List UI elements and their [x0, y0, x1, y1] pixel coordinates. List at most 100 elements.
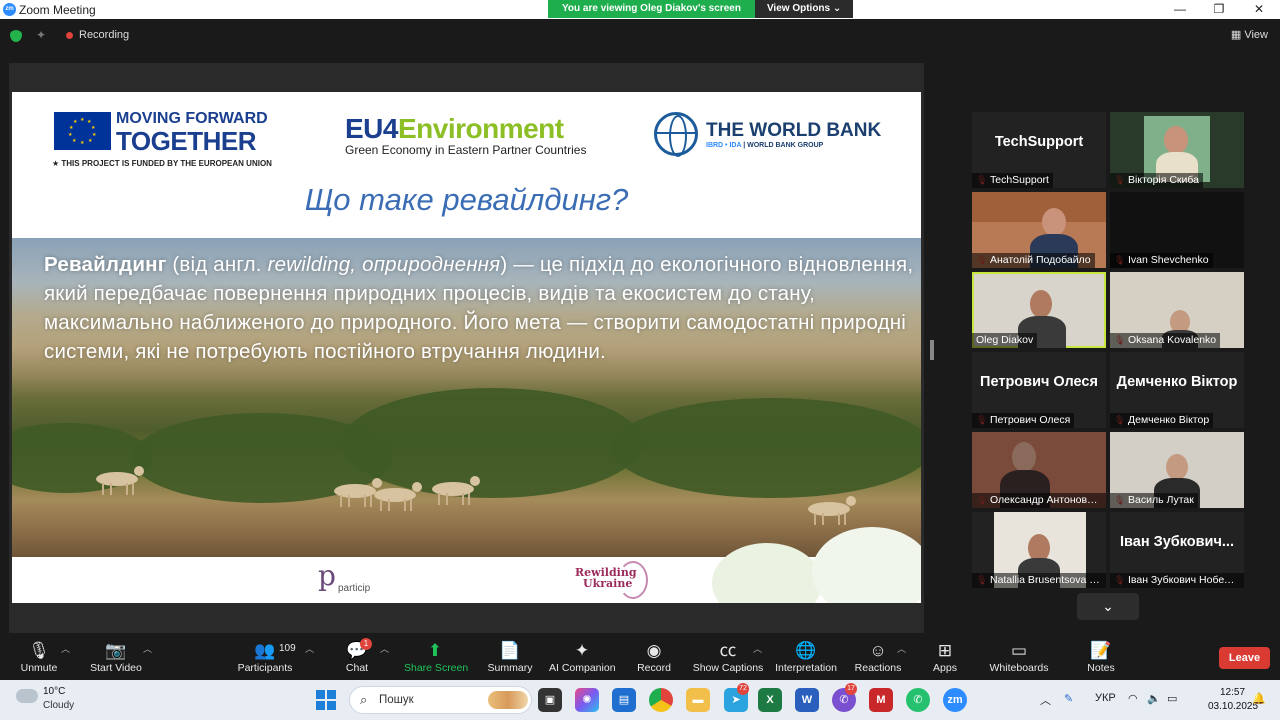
eu4env-environment: Environment: [397, 113, 564, 144]
video-tile[interactable]: 🎙 Олександр Антоновсь...: [972, 432, 1106, 508]
chat-caret[interactable]: ︿: [380, 642, 389, 655]
unmute-button[interactable]: 🎙 Unmute: [18, 640, 60, 674]
cloud-icon[interactable]: [16, 689, 38, 703]
tile-name: Демченко Віктор: [1110, 413, 1214, 428]
body-paren-open: (від англ.: [166, 253, 268, 276]
grid-icon: ▦: [1230, 29, 1242, 41]
record-icon: ◉: [646, 641, 662, 660]
pen-icon[interactable]: ✎: [1064, 692, 1073, 705]
windows-start-icon[interactable]: [316, 690, 336, 710]
audio-options-caret[interactable]: ︿: [61, 642, 70, 655]
word-icon[interactable]: W: [795, 688, 819, 712]
whiteboards-button[interactable]: ▭ Whiteboards: [988, 640, 1050, 674]
slide-header: ★ ★ ★ ★ ★ ★ ★ ★ ★ ★ MOVING FORWARD TOGETHER ★ THI…: [12, 92, 921, 238]
close-button[interactable]: ✕: [1239, 1, 1279, 18]
ai-companion-button[interactable]: ✦ AI Companion: [549, 640, 616, 674]
slide-body-text: Ревайлдинг (від англ. rewilding, оприрод…: [44, 250, 914, 366]
taskbar-search-box[interactable]: ⌕ Пошук: [349, 686, 532, 714]
tile-name: Анатолій Подобайло: [972, 253, 1095, 268]
start-video-button[interactable]: 📷 Start Video: [88, 640, 144, 674]
view-button[interactable]: ▦ View: [1231, 28, 1268, 41]
tile-name: TechSupport: [972, 173, 1053, 188]
saiga-antelope: [368, 482, 426, 511]
interpretation-button[interactable]: 🌐 Interpretation: [773, 640, 839, 674]
windows-taskbar: 10°C Cloudy ⌕ Пошук ▣ ✺ ▤ ▬ ➤ 72 X W ✆ 1…: [0, 680, 1280, 720]
input-language[interactable]: УКР: [1095, 692, 1116, 704]
viewing-banner: You are viewing Oleg Diakov's screen Vie…: [548, 0, 854, 18]
weather-condition[interactable]: Cloudy: [43, 700, 74, 711]
panel-splitter-handle[interactable]: [930, 340, 934, 360]
telegram-badge: 72: [737, 683, 749, 695]
mcafee-icon[interactable]: M: [869, 688, 893, 712]
tile-name: Natallia Brusentsova N...: [972, 573, 1106, 588]
reactions-label: Reactions: [854, 662, 902, 674]
share-screen-label: Share Screen: [404, 662, 469, 674]
clock-date[interactable]: 03.10.2025: [1208, 701, 1258, 712]
gallery-next-page-button[interactable]: ⌄: [1077, 593, 1139, 620]
chrome-icon[interactable]: [649, 688, 673, 712]
video-tile[interactable]: TechSupport 🎙 TechSupport: [972, 112, 1106, 188]
leave-button[interactable]: Leave: [1219, 647, 1270, 669]
search-placeholder: Пошук: [379, 694, 414, 706]
smiley-icon: ☺: [869, 641, 887, 660]
globe-icon: 🌐: [795, 641, 817, 660]
world-bank-ibrd: IBRD • IDA: [706, 142, 742, 149]
reactions-button[interactable]: ☺ Reactions: [854, 640, 902, 674]
tile-name: Олександр Антоновсь...: [972, 493, 1106, 508]
ai-companion-label: AI Companion: [549, 662, 616, 674]
apps-button[interactable]: ⊞ Apps: [930, 640, 960, 674]
maximize-button[interactable]: ❐: [1199, 1, 1239, 18]
tile-display-name: Іван Зубкович...: [1120, 534, 1234, 550]
battery-icon[interactable]: ▭: [1167, 692, 1177, 705]
video-options-caret[interactable]: ︿: [143, 642, 152, 655]
window-title: Zoom Meeting: [19, 3, 96, 17]
share-screen-button[interactable]: ⬆ Share Screen: [404, 640, 469, 674]
reactions-caret[interactable]: ︿: [897, 642, 906, 655]
minimize-button[interactable]: —: [1160, 1, 1200, 18]
captions-caret[interactable]: ︿: [753, 642, 762, 655]
copilot-icon[interactable]: ✺: [575, 688, 599, 712]
eu4env-eu4: EU4: [345, 113, 398, 144]
video-tile-active-speaker[interactable]: Oleg Diakov: [972, 272, 1106, 348]
notes-button[interactable]: 📝 Notes: [1084, 640, 1118, 674]
video-tile[interactable]: 🎙 Oksana Kovalenko: [1110, 272, 1244, 348]
video-tile[interactable]: 🎙 Ivan Shevchenko: [1110, 192, 1244, 268]
file-explorer-icon[interactable]: ▬: [686, 688, 710, 712]
view-options-button[interactable]: View Options ⌄: [754, 0, 854, 18]
apps-icon: ⊞: [937, 641, 953, 660]
microsoft-store-icon[interactable]: ▤: [612, 688, 636, 712]
presentation-slide: ★ ★ ★ ★ ★ ★ ★ ★ ★ ★ MOVING FORWARD TOGETHER ★ THI…: [12, 92, 921, 603]
weather-temperature[interactable]: 10°C: [43, 686, 65, 697]
video-tile[interactable]: 🎙 Анатолій Подобайло: [972, 192, 1106, 268]
excel-icon[interactable]: X: [758, 688, 782, 712]
record-button[interactable]: ◉ Record: [636, 640, 672, 674]
zoom-app-icon: zm: [3, 3, 16, 16]
video-tile[interactable]: Демченко Віктор 🎙 Демченко Віктор: [1110, 352, 1244, 428]
slide-title: Що таке ревайлдинг?: [304, 182, 629, 217]
recording-label[interactable]: Recording: [79, 29, 129, 41]
speaker-icon[interactable]: 🔈: [1147, 692, 1161, 705]
video-tile[interactable]: 🎙 Natallia Brusentsova N...: [972, 512, 1106, 588]
saiga-antelope: [426, 476, 484, 505]
pin-icon[interactable]: ✦: [36, 28, 46, 42]
eu-logo-line3: ★ THIS PROJECT IS FUNDED BY THE EUROPEAN…: [52, 159, 272, 168]
whatsapp-icon[interactable]: ✆: [906, 688, 930, 712]
task-view-icon[interactable]: ▣: [538, 688, 562, 712]
recording-dot-icon: [66, 32, 73, 39]
tray-overflow-chevron-icon[interactable]: ︿: [1040, 692, 1051, 708]
video-tile[interactable]: 🎙 Вікторія Скиба: [1110, 112, 1244, 188]
shield-icon[interactable]: [10, 30, 22, 42]
video-tile[interactable]: Петрович Олеся 🎙 Петрович Олеся: [972, 352, 1106, 428]
meeting-toolbar: 🎙 Unmute ︿ 📷 Start Video ︿ 👥 Participants 1…: [0, 636, 1280, 680]
summary-button[interactable]: 📄 Summary: [486, 640, 534, 674]
sparkle-icon: ✦: [574, 641, 590, 660]
notifications-bell-icon[interactable]: 🔔: [1252, 692, 1266, 705]
tile-name: Вікторія Скиба: [1110, 173, 1204, 188]
zoom-taskbar-icon[interactable]: zm: [943, 688, 967, 712]
clock-time[interactable]: 12:57: [1220, 687, 1245, 698]
video-tile[interactable]: Іван Зубкович... 🎙 Іван Зубкович Нобель.…: [1110, 512, 1244, 588]
video-tile[interactable]: 🎙 Василь Лутак: [1110, 432, 1244, 508]
rewilding-term: Ревайлдинг: [44, 253, 167, 276]
wifi-icon[interactable]: ◠: [1128, 692, 1138, 705]
participants-caret[interactable]: ︿: [305, 642, 314, 655]
